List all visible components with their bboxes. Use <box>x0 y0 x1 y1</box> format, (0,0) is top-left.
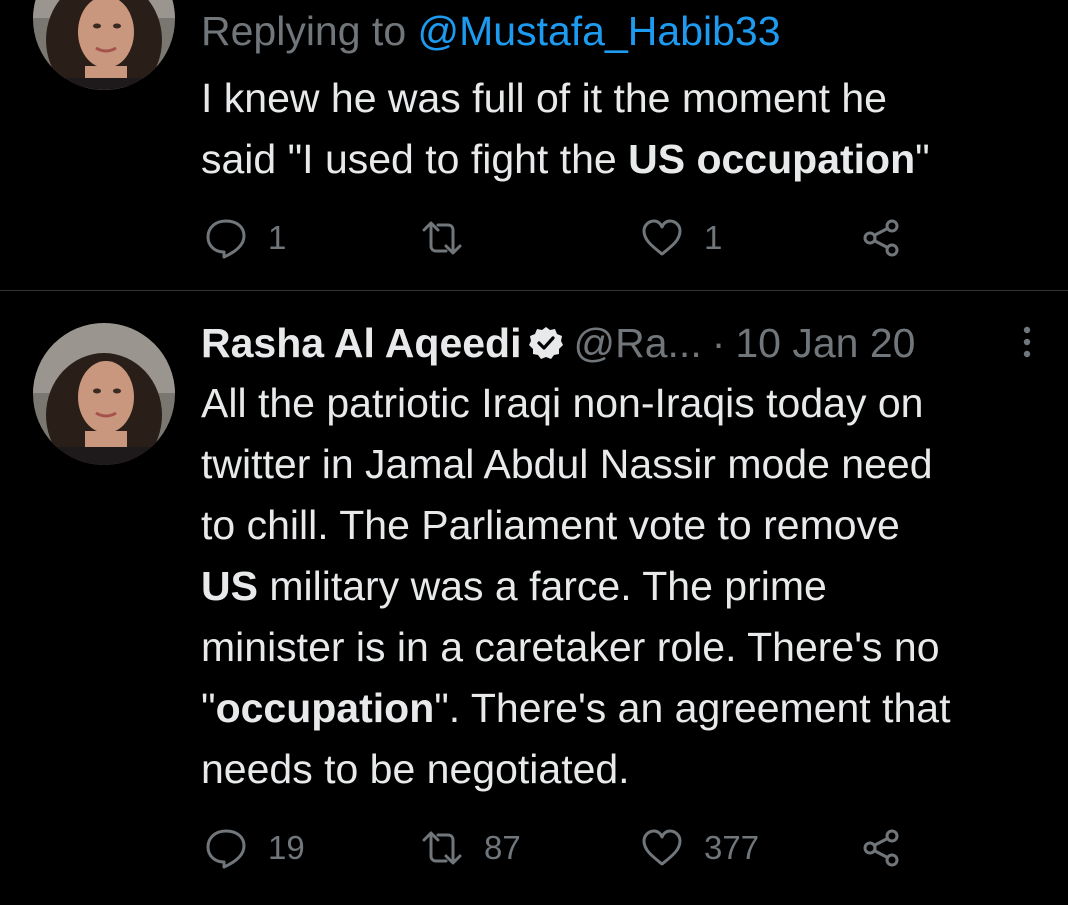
replying-handle-link[interactable]: @Mustafa_Habib33 <box>418 8 781 54</box>
like-count: 377 <box>704 829 760 866</box>
tweet-text-line: minister is in a caretaker role. There's… <box>201 617 950 678</box>
share-button[interactable] <box>860 824 904 872</box>
text-run: minister is in a caretaker role. There's… <box>201 624 940 670</box>
retweet-icon <box>420 826 464 870</box>
tweet-reply[interactable]: Replying to @Mustafa_Habib33 I knew he w… <box>0 0 1068 290</box>
text-run: twitter in Jamal Abdul Nassir mode need <box>201 441 933 487</box>
like-count: 1 <box>704 219 723 256</box>
reply-bubble-icon <box>204 826 248 870</box>
heart-icon <box>640 826 684 870</box>
tweet-text-line: All the patriotic Iraqi non-Iraqis today… <box>201 373 950 434</box>
text-run-bold: occupation <box>215 685 435 731</box>
retweet-count: 87 <box>484 829 521 866</box>
tweet-text-line: twitter in Jamal Abdul Nassir mode need <box>201 434 950 495</box>
more-vertical-icon[interactable] <box>1016 322 1038 362</box>
avatar[interactable] <box>33 323 175 465</box>
text-run: " <box>201 685 216 731</box>
tweet-text-line: I knew he was full of it the moment he <box>201 68 930 129</box>
verified-badge-icon <box>528 325 564 361</box>
text-run: " <box>915 136 930 182</box>
tweet-header: Rasha Al Aqeedi @Ra... · 10 Jan 20 <box>201 318 915 368</box>
replying-to: Replying to @Mustafa_Habib33 <box>201 6 781 56</box>
text-run: needs to be negotiated. <box>201 746 630 792</box>
tweet-text-line: to chill. The Parliament vote to remove <box>201 495 950 556</box>
replying-prefix: Replying to <box>201 8 418 54</box>
tweet-actions: 19 87 377 <box>0 824 1068 872</box>
tweet-actions: 1 1 <box>0 214 1068 262</box>
text-run: I knew he was full of it the moment he <box>201 75 887 121</box>
tweet-text: I knew he was full of it the moment he s… <box>201 68 930 190</box>
text-run: said "I used to fight the <box>201 136 629 182</box>
text-run: to chill. The Parliament vote to remove <box>201 502 900 548</box>
text-run-bold: US occupation <box>628 136 916 182</box>
text-run: military was a farce. The prime <box>257 563 827 609</box>
text-run: ". There's an agreement that <box>434 685 951 731</box>
reply-bubble-icon <box>204 216 248 260</box>
tweet-text-line: "occupation". There's an agreement that <box>201 678 950 739</box>
avatar[interactable] <box>33 0 175 90</box>
text-run-bold: US <box>201 563 258 609</box>
reply-count: 1 <box>268 219 287 256</box>
timestamp[interactable]: 10 Jan 20 <box>735 318 915 368</box>
like-button[interactable]: 377 <box>640 824 759 872</box>
retweet-button[interactable] <box>420 214 484 262</box>
reply-button[interactable]: 1 <box>204 214 286 262</box>
tweet-text-line: US military was a farce. The prime <box>201 556 950 617</box>
display-name[interactable]: Rasha Al Aqeedi <box>201 318 522 368</box>
share-icon <box>860 216 904 260</box>
tweet-text-line: needs to be negotiated. <box>201 739 950 800</box>
tweet-text-line: said "I used to fight the US occupation" <box>201 129 930 190</box>
like-button[interactable]: 1 <box>640 214 722 262</box>
header-separator: · <box>711 320 726 366</box>
text-run: All the patriotic Iraqi non-Iraqis today… <box>201 380 924 426</box>
retweet-icon <box>420 216 464 260</box>
reply-count: 19 <box>268 829 305 866</box>
user-handle[interactable]: @Ra... <box>574 318 702 368</box>
share-icon <box>860 826 904 870</box>
retweet-button[interactable]: 87 <box>420 824 521 872</box>
share-button[interactable] <box>860 214 904 262</box>
tweet-text: All the patriotic Iraqi non-Iraqis today… <box>201 373 950 800</box>
reply-button[interactable]: 19 <box>204 824 305 872</box>
heart-icon <box>640 216 684 260</box>
